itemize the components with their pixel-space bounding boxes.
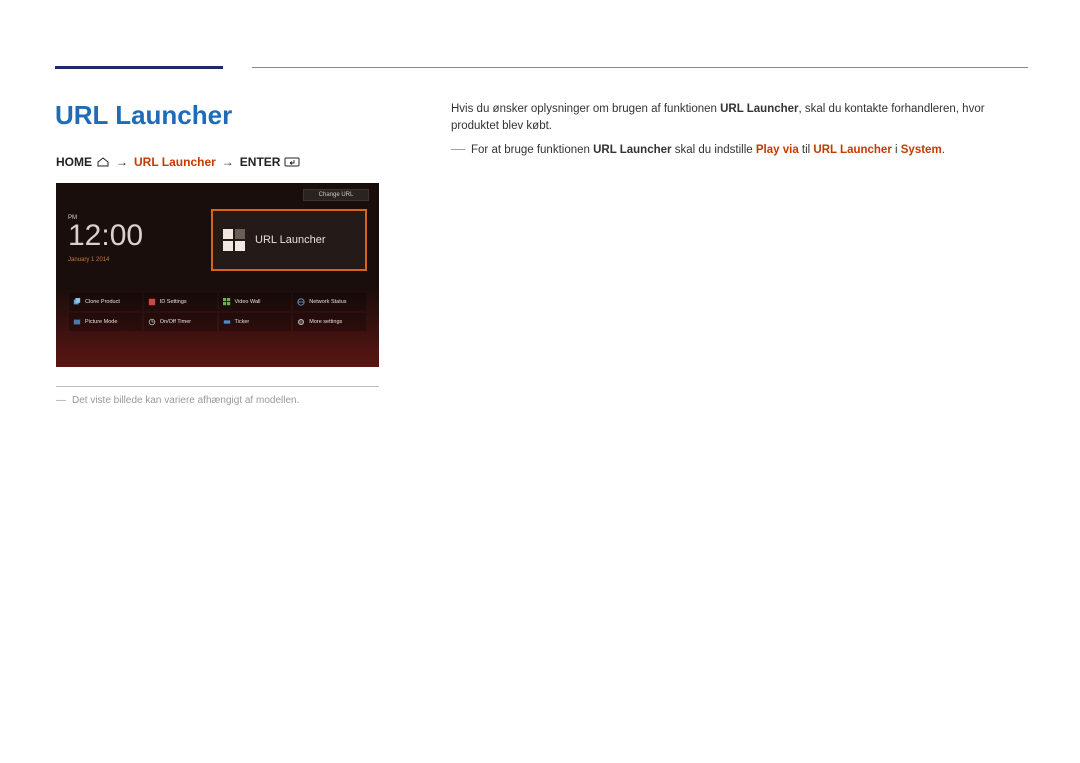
arrow-icon: → [116, 155, 128, 169]
rule-short [55, 66, 223, 69]
caption-dash: ― [56, 395, 66, 406]
p2-a2: URL Launcher [813, 144, 891, 156]
caption: ― Det viste billede kan variere afhængig… [56, 395, 299, 406]
arrow-icon: → [222, 155, 234, 169]
shortcut-label: More settings [309, 319, 342, 325]
page-title: URL Launcher [55, 100, 232, 131]
p2-a3: System [901, 144, 942, 156]
enter-icon [284, 157, 300, 167]
p1-bold: URL Launcher [720, 103, 798, 115]
network-icon [297, 298, 305, 306]
shortcut-item: Network Status [293, 293, 366, 311]
p2-b1: URL Launcher [593, 144, 671, 156]
shortcut-item: Video Wall [219, 293, 292, 311]
shortcut-label: Picture Mode [85, 319, 117, 325]
breadcrumb-url-launcher: URL Launcher [134, 155, 216, 169]
shortcut-label: On/Off Timer [160, 319, 191, 325]
p2-text: For at bruge funktionen URL Launcher ska… [471, 142, 945, 159]
body-paragraph-1: Hvis du ønsker oplysninger om brugen af … [451, 101, 1027, 136]
shortcut-item: Picture Mode [69, 313, 142, 331]
tile-label: URL Launcher [255, 234, 326, 246]
breadcrumb-enter: ENTER [240, 155, 281, 169]
timer-icon [148, 318, 156, 326]
rule-long [252, 67, 1028, 68]
clock-time: 12:00 [68, 221, 143, 251]
p2-mid2: til [799, 144, 814, 156]
picture-icon [73, 318, 81, 326]
caption-text: Det viste billede kan variere afhængigt … [72, 395, 299, 406]
p2-mid3: i [892, 144, 901, 156]
clock-date: January 1 2014 [68, 257, 143, 263]
p2-pre: For at bruge funktionen [471, 144, 593, 156]
body-text: Hvis du ønsker oplysninger om brugen af … [451, 101, 1027, 159]
ticker-icon [223, 318, 231, 326]
shortcut-item: On/Off Timer [144, 313, 217, 331]
change-url-label: Change URL [319, 192, 354, 198]
clone-icon [73, 298, 81, 306]
shortcut-label: Network Status [309, 299, 346, 305]
breadcrumb: HOME → URL Launcher → ENTER [56, 155, 300, 169]
shortcut-grid: Clone Product ID Settings Video Wall Net… [69, 293, 366, 331]
id-icon [148, 298, 156, 306]
shortcut-label: Video Wall [235, 299, 261, 305]
caption-rule [56, 386, 379, 387]
tv-screenshot: Change URL PM 12:00 January 1 2014 URL L… [56, 183, 379, 367]
videowall-icon [223, 298, 231, 306]
shortcut-item: Clone Product [69, 293, 142, 311]
breadcrumb-home: HOME [56, 155, 92, 169]
clock-widget: PM 12:00 January 1 2014 [68, 215, 143, 263]
shortcut-item: ID Settings [144, 293, 217, 311]
body-paragraph-2: ― For at bruge funktionen URL Launcher s… [451, 142, 1027, 159]
shortcut-label: Ticker [235, 319, 250, 325]
p2-mid1: skal du indstille [672, 144, 756, 156]
shortcut-item: Ticker [219, 313, 292, 331]
p2-post: . [942, 144, 945, 156]
note-dash: ― [451, 141, 465, 155]
shortcut-label: Clone Product [85, 299, 120, 305]
p2-a1: Play via [756, 144, 799, 156]
tile-grid-icon [223, 229, 245, 251]
shortcut-item: More settings [293, 313, 366, 331]
change-url-button: Change URL [303, 189, 369, 201]
gear-icon [297, 318, 305, 326]
shortcut-label: ID Settings [160, 299, 187, 305]
url-launcher-tile: URL Launcher [211, 209, 367, 271]
p1-pre: Hvis du ønsker oplysninger om brugen af … [451, 103, 720, 115]
home-icon [96, 157, 110, 167]
